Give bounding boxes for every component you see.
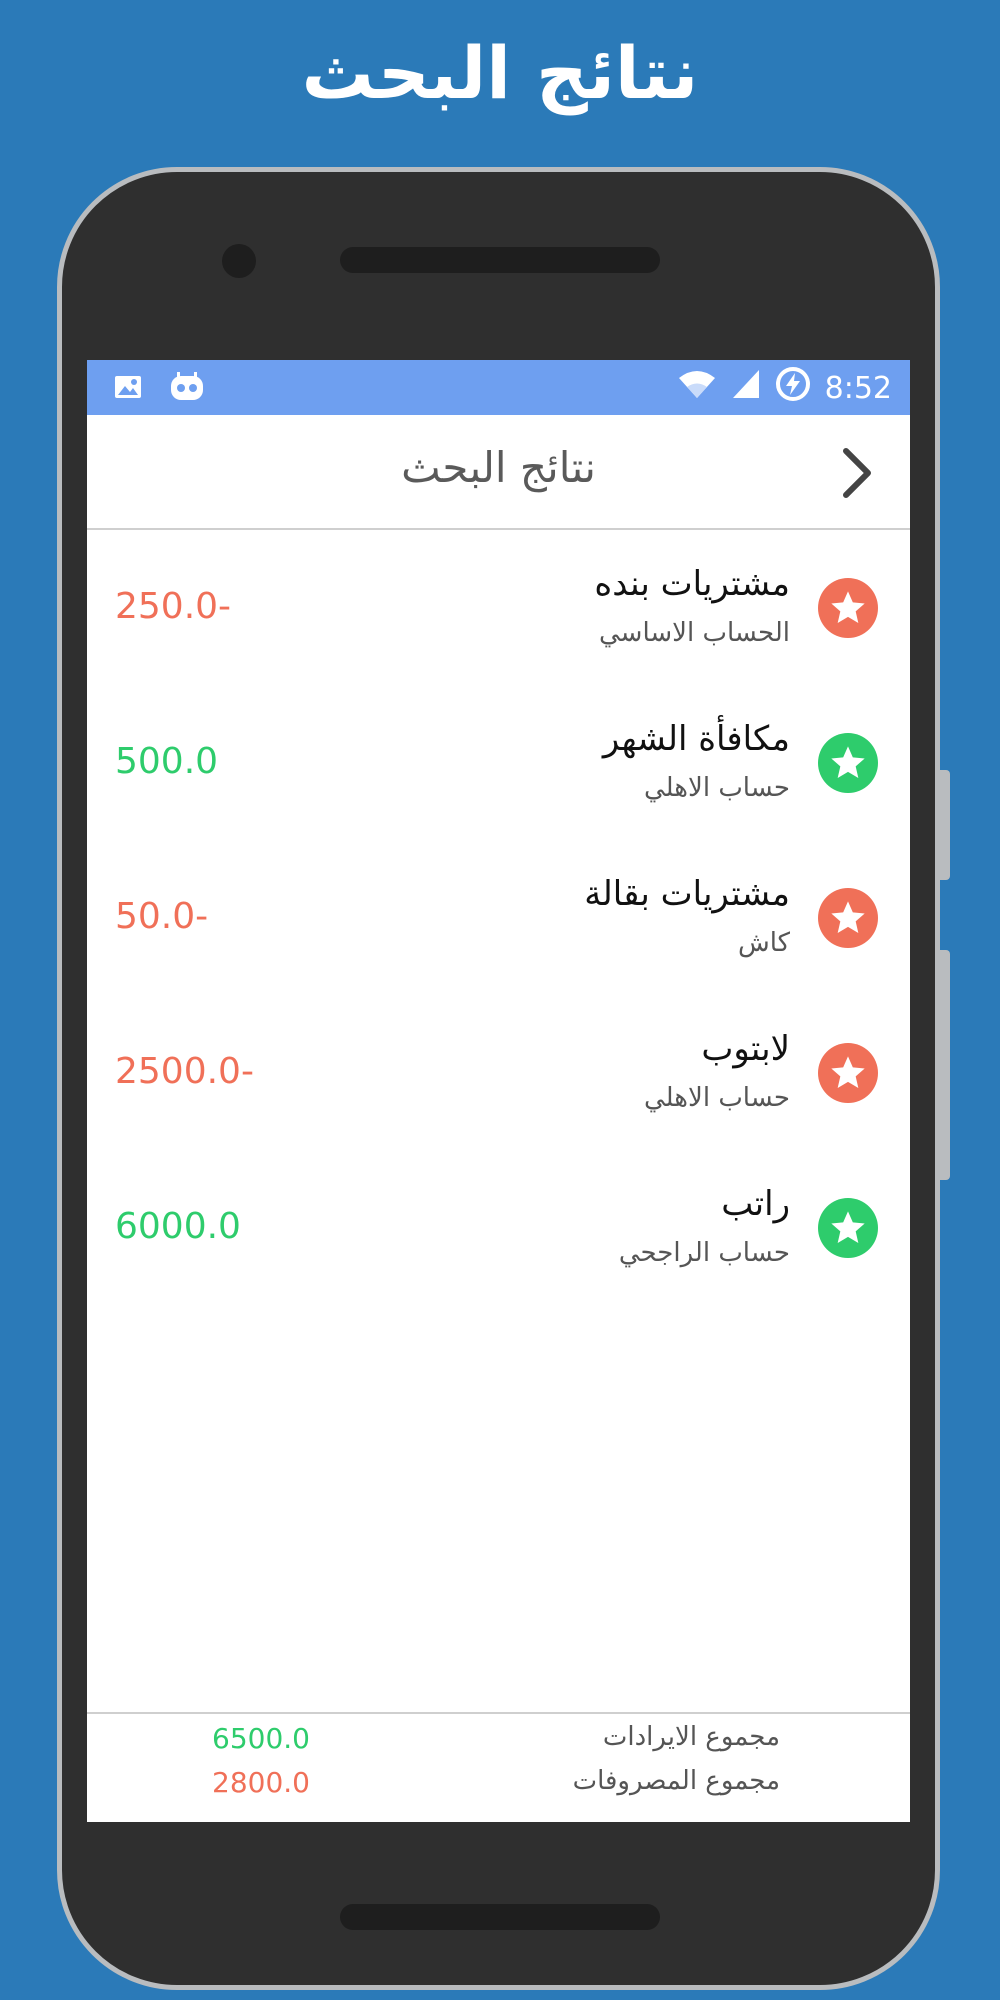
wifi-icon (677, 368, 717, 408)
expense-total-label: مجموع المصروفات (572, 1766, 780, 1796)
results-list: مشتريات بنده الحساب الاساسي 250.0- مكافأ… (87, 530, 910, 1305)
star-icon (818, 888, 878, 948)
item-amount: 2500.0- (115, 1051, 254, 1092)
item-amount: 50.0- (115, 896, 209, 937)
power-button (940, 950, 950, 1180)
list-item[interactable]: مكافأة الشهر حساب الاهلي 500.0 (87, 685, 910, 840)
item-title: مشتريات بقالة (584, 874, 790, 914)
app-bar: نتائج البحث (87, 415, 910, 530)
item-title: راتب (721, 1184, 790, 1224)
item-account: الحساب الاساسي (598, 618, 790, 648)
back-button[interactable] (832, 445, 882, 501)
item-title: مكافأة الشهر (602, 719, 790, 759)
item-amount: 6000.0 (115, 1206, 241, 1247)
list-item[interactable]: راتب حساب الراجحي 6000.0 (87, 1150, 910, 1305)
list-item[interactable]: مشتريات بقالة كاش 50.0- (87, 840, 910, 995)
page-title: نتائج البحث (401, 443, 596, 492)
item-amount: 250.0- (115, 586, 232, 627)
item-account: كاش (737, 928, 790, 958)
promo-title: نتائج البحث (301, 31, 699, 115)
android-notification-icon (169, 372, 205, 406)
income-total-value: 6500.0 (212, 1722, 310, 1755)
item-account: حساب الراجحي (618, 1238, 790, 1268)
app-screen: 8:52 نتائج البحث مشتريات بنده الحساب الا… (87, 360, 910, 1822)
battery-charging-icon (775, 366, 811, 410)
expense-total-value: 2800.0 (212, 1766, 310, 1799)
bottom-speaker (340, 1904, 660, 1930)
item-account: حساب الاهلي (644, 773, 790, 803)
income-total-label: مجموع الايرادات (602, 1722, 780, 1752)
totals-footer: مجموع الايرادات 6500.0 مجموع المصروفات 2… (87, 1712, 910, 1822)
list-item[interactable]: مشتريات بنده الحساب الاساسي 250.0- (87, 530, 910, 685)
item-title: مشتريات بنده (594, 564, 790, 604)
status-time: 8:52 (824, 370, 892, 406)
front-camera (222, 244, 256, 278)
image-notification-icon (113, 372, 143, 406)
status-bar: 8:52 (87, 360, 910, 415)
item-amount: 500.0 (115, 741, 219, 782)
item-account: حساب الاهلي (644, 1083, 790, 1113)
signal-icon (731, 368, 761, 408)
item-title: لابتوب (701, 1029, 790, 1069)
top-speaker (340, 247, 660, 273)
star-icon (818, 1043, 878, 1103)
list-item[interactable]: لابتوب حساب الاهلي 2500.0- (87, 995, 910, 1150)
volume-button (940, 770, 950, 880)
star-icon (818, 578, 878, 638)
star-icon (818, 1198, 878, 1258)
star-icon (818, 733, 878, 793)
chevron-right-icon (843, 448, 871, 498)
